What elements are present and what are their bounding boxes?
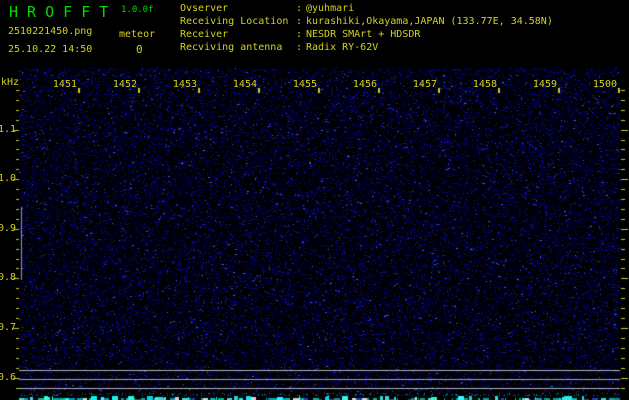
freq-axis-label: 0.7	[0, 322, 16, 333]
time-axis-label: 1459	[532, 79, 557, 90]
time-axis-label: 1456	[352, 79, 377, 90]
station-info-colon: :	[296, 16, 303, 27]
spectrogram-canvas	[0, 0, 629, 400]
time-axis-label: 1454	[232, 79, 257, 90]
app-version: 1.0.0f	[121, 5, 154, 15]
station-info-row: Receiver: NESDR SMArt + HDSDR	[180, 28, 553, 41]
observation-datetime: 25.10.22 14:50	[8, 44, 93, 55]
station-info-row: Ovserver: @yuhmari	[180, 2, 553, 15]
freq-axis-label: 1.0	[0, 173, 16, 184]
meteor-counter-label: meteor	[119, 29, 156, 40]
time-axis-label: 1451	[52, 79, 77, 90]
freq-axis-label: 0.8	[0, 272, 16, 283]
station-info-label: Receiver	[180, 29, 229, 40]
station-info-row: Receiving Location: kurashiki,Okayama,JAP…	[180, 15, 553, 28]
freq-axis-label: 0.6	[0, 372, 16, 383]
station-info-label: Receiving Location	[180, 16, 289, 27]
output-filename: 2510221450.png	[8, 26, 93, 37]
station-info-colon: :	[296, 3, 303, 14]
time-axis-label: 1455	[292, 79, 317, 90]
station-info-colon: :	[296, 42, 303, 53]
station-info-row: Recviving antenna: Radix RY-62V	[180, 41, 553, 54]
time-axis-label: 1457	[412, 79, 437, 90]
time-axis-label: 1452	[112, 79, 137, 90]
time-axis-label: 1500	[592, 79, 617, 90]
station-info-value: @yuhmari	[306, 3, 355, 14]
station-info-label: Recviving antenna	[180, 42, 283, 53]
freq-axis-label: 1.1	[0, 124, 16, 135]
station-info-value: NESDR SMArt + HDSDR	[306, 29, 421, 40]
freq-axis-label: 0.9	[0, 223, 16, 234]
station-info-colon: :	[296, 29, 303, 40]
station-info-value: kurashiki,Okayama,JAPAN (133.77E, 34.58N…	[306, 16, 553, 27]
station-info-label: Ovserver	[180, 3, 229, 14]
station-info: Ovserver: @yuhmari Receiving Location: kura…	[180, 2, 553, 54]
time-axis-label: 1453	[172, 79, 197, 90]
hrofft-window: H R O F F T 1.0.0f 2510221450.png meteor…	[0, 0, 629, 400]
freq-axis-unit: kHz	[1, 77, 20, 88]
station-info-value: Radix RY-62V	[306, 42, 379, 53]
app-title: H R O F F T	[9, 3, 109, 21]
time-axis-label: 1458	[472, 79, 497, 90]
meteor-counter-value: 0	[136, 43, 143, 56]
